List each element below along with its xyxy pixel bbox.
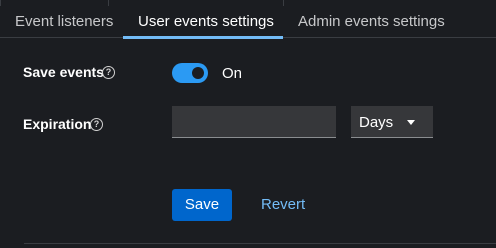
caret-down-icon [407, 120, 415, 125]
question-circle-icon[interactable]: ? [102, 66, 115, 79]
tab-user-events-settings[interactable]: User events settings [123, 0, 283, 39]
tab-divider [0, 0, 1, 6]
revert-button[interactable]: Revert [261, 189, 305, 221]
tab-bar: Event listeners User events settings Adm… [0, 0, 496, 39]
tab-admin-events-settings[interactable]: Admin events settings [298, 0, 445, 38]
tab-label: Event listeners [15, 13, 114, 30]
expiration-input[interactable] [172, 106, 336, 138]
active-tab-indicator [123, 36, 283, 39]
tab-event-listeners[interactable]: Event listeners [15, 0, 113, 38]
expiration-unit-select[interactable]: Days [351, 106, 433, 138]
tab-divider [283, 0, 284, 6]
toggle-state-text: On [222, 65, 243, 82]
section-divider [24, 243, 496, 244]
save-events-label: Save events [23, 64, 104, 80]
select-value: Days [359, 114, 394, 131]
save-events-toggle[interactable] [172, 63, 208, 83]
expiration-label: Expiration [23, 116, 92, 132]
tab-label: User events settings [138, 13, 274, 30]
save-button[interactable]: Save [172, 189, 232, 221]
tab-divider [108, 0, 109, 6]
toggle-knob [192, 67, 204, 79]
question-circle-icon[interactable]: ? [90, 118, 103, 131]
tab-label: Admin events settings [298, 13, 445, 30]
